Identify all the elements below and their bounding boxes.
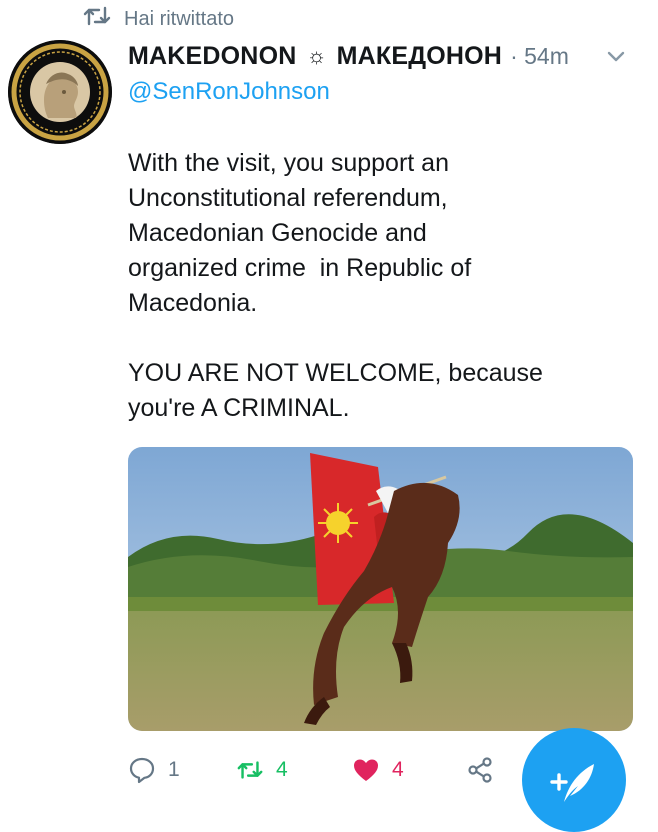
retweet-context-label: Hai ritwittato (124, 7, 235, 30)
retweet-count: 4 (276, 758, 288, 781)
reply-to-mention[interactable]: @SenRonJohnson (128, 78, 330, 106)
tweet-actions: 1 4 4 (128, 752, 494, 788)
profile-avatar[interactable] (8, 40, 112, 144)
display-name[interactable]: MAKEDONON (128, 42, 296, 71)
reply-button[interactable]: 1 (128, 756, 236, 784)
tweet-text: With the visit, you support an Unconstit… (128, 149, 543, 422)
retweet-context: Hai ritwittato (82, 4, 234, 34)
like-button[interactable]: 4 (352, 756, 466, 784)
compose-tweet-button[interactable] (522, 728, 626, 832)
tweet-header: MAKEDONON ☼ МАКЕДОНОН · 54m (128, 38, 628, 74)
name-separator: ☼ (306, 43, 327, 68)
heart-icon (354, 759, 378, 781)
like-count: 4 (392, 758, 404, 781)
retweet-button[interactable]: 4 (236, 756, 352, 784)
share-icon (468, 757, 492, 783)
tweet-photo[interactable] (128, 447, 633, 731)
retweet-icon (82, 5, 112, 33)
display-name-cyrillic[interactable]: МАКЕДОНОН (337, 42, 502, 71)
share-button[interactable] (466, 756, 494, 784)
compose-tweet-icon (550, 764, 594, 802)
chevron-down-icon[interactable] (604, 44, 628, 68)
reply-icon (129, 757, 155, 784)
reply-count: 1 (168, 758, 180, 781)
tweet-timestamp[interactable]: · 54m (510, 43, 569, 70)
retweet-icon (237, 761, 263, 779)
